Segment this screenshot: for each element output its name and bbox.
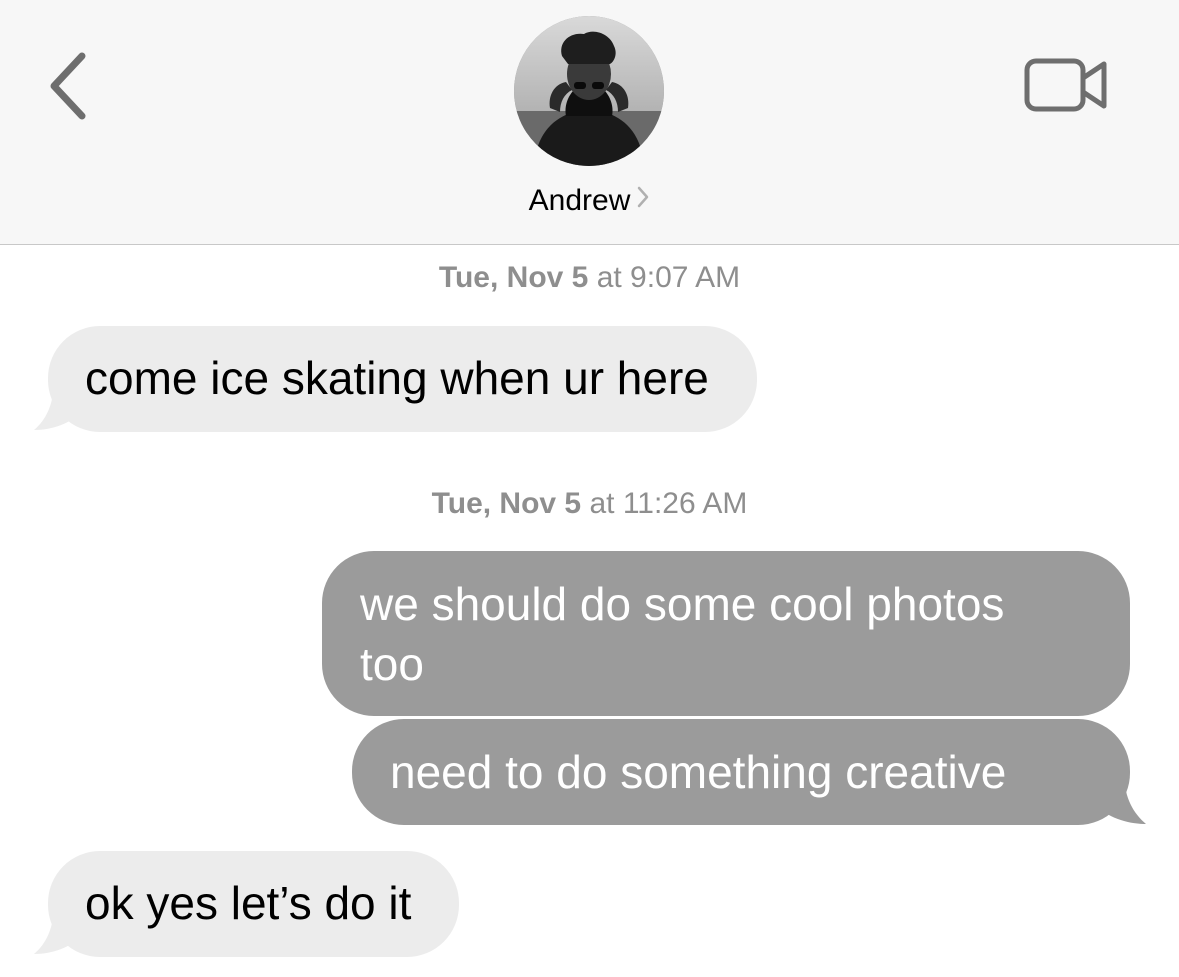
message-timestamp: Tue, Nov 5 at 11:26 AM — [0, 486, 1179, 522]
back-button[interactable] — [40, 44, 100, 124]
outgoing-message-bubble[interactable]: need to do something creative — [352, 719, 1130, 825]
contact-name: Andrew — [528, 184, 631, 217]
video-camera-icon — [1024, 58, 1107, 112]
message-text: come ice skating when ur here — [85, 352, 709, 404]
facetime-video-button[interactable] — [1022, 56, 1110, 114]
message-text: ok yes let’s do it — [85, 877, 412, 929]
message-text-line: we should do some cool photos — [360, 578, 1005, 630]
message-text-line: too — [360, 638, 424, 690]
contact-name-button[interactable]: Andrew — [0, 182, 1179, 220]
outgoing-message-bubble[interactable]: we should do some cool photos too — [322, 551, 1130, 716]
chevron-left-icon — [50, 52, 86, 120]
message-timestamp: Tue, Nov 5 at 9:07 AM — [0, 260, 1179, 296]
conversation-header: Andrew — [0, 0, 1179, 245]
avatar-photo — [514, 16, 664, 166]
timestamp-time: at 11:26 AM — [581, 487, 748, 520]
contact-avatar[interactable] — [514, 16, 664, 166]
timestamp-day: Tue, Nov 5 — [431, 487, 582, 520]
timestamp-time: at 9:07 AM — [588, 261, 741, 294]
chevron-right-icon — [636, 181, 650, 219]
message-text: need to do something creative — [390, 746, 1007, 798]
timestamp-day: Tue, Nov 5 — [438, 261, 589, 294]
incoming-message-bubble[interactable]: ok yes let’s do it — [48, 851, 460, 957]
incoming-message-bubble[interactable]: come ice skating when ur here — [48, 326, 757, 432]
